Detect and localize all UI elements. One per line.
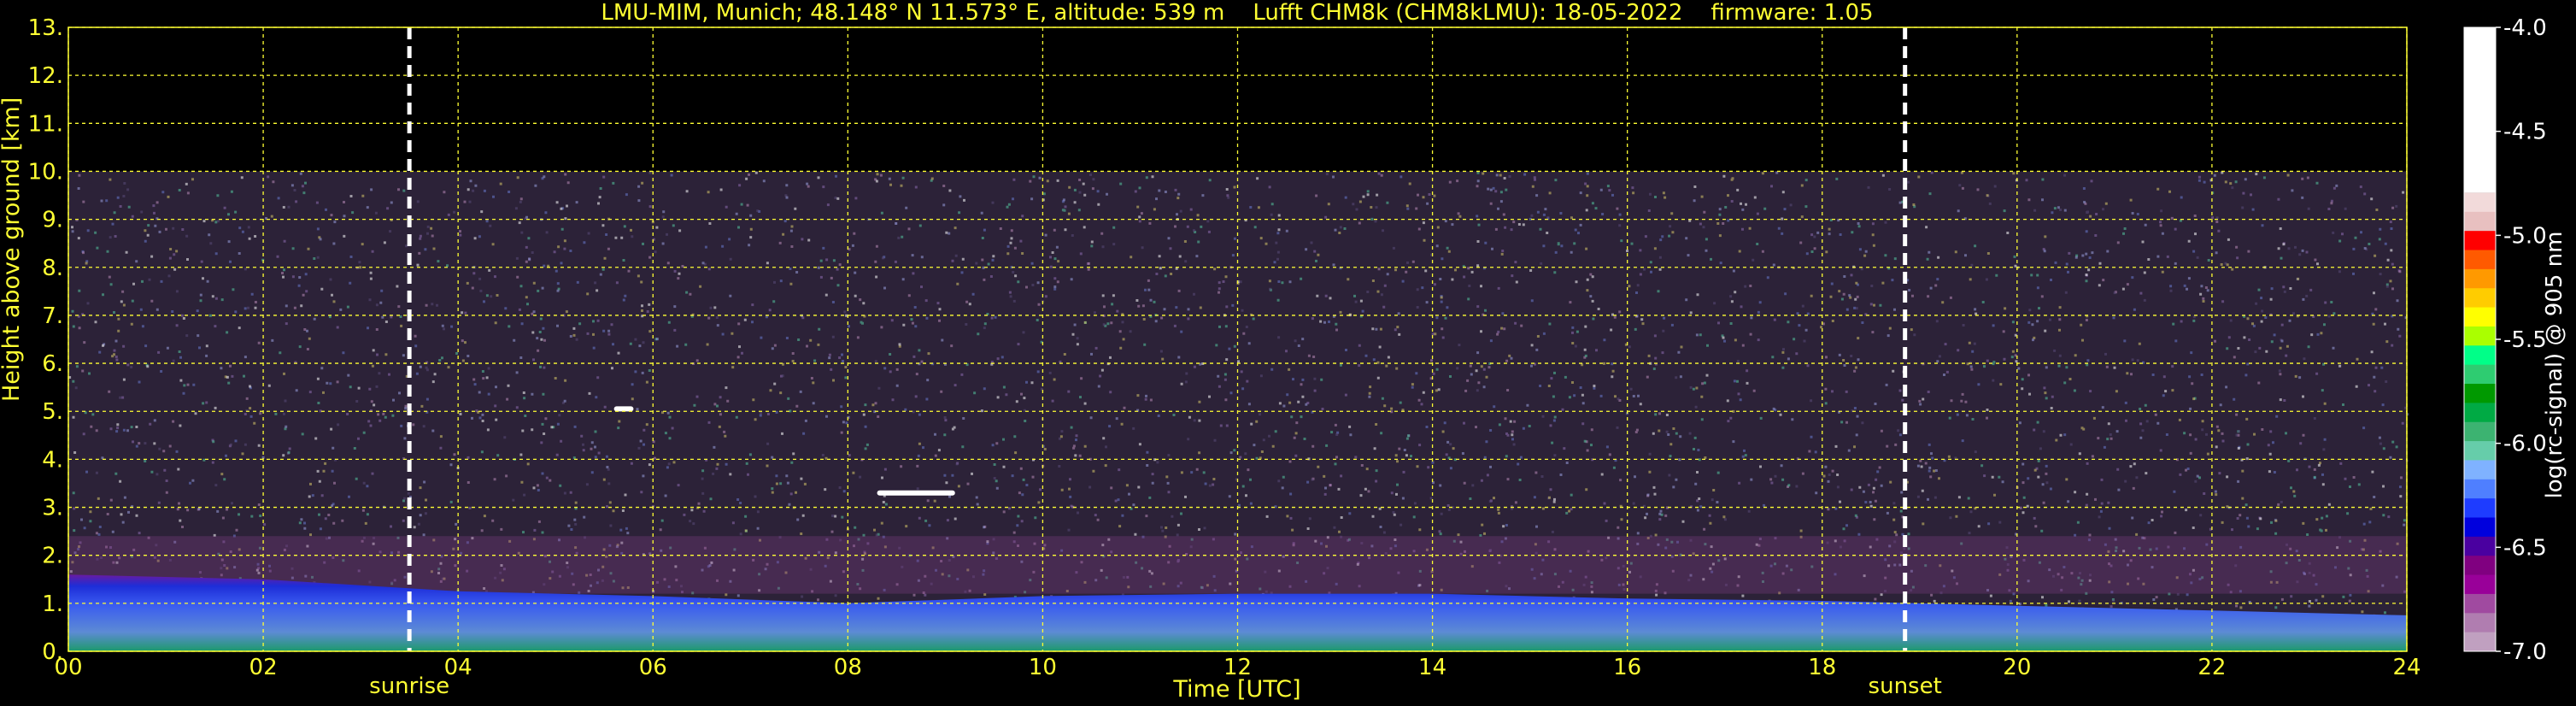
x-tick-label: 02 (249, 655, 278, 680)
x-tick-label: 18 (1808, 655, 1836, 680)
colorbar-segment (2464, 460, 2496, 480)
y-tick-label: 1. (42, 591, 63, 617)
colorbar-segment (2464, 326, 2496, 346)
colorbar-tick-label: -5.5 (2503, 327, 2547, 353)
colorbar-segment (2464, 231, 2496, 251)
y-axis-title: Height above ground [km] (0, 97, 25, 402)
x-tick-label: 10 (1029, 655, 1057, 680)
colorbar-segment (2464, 632, 2496, 652)
colorbar-segment (2464, 27, 2496, 193)
colorbar-segment (2464, 479, 2496, 499)
residual-layer-haze (68, 536, 2407, 594)
x-tick-label: 22 (2198, 655, 2226, 680)
y-ticks: 0. 1. 2. 3. 4. 5. 6. 7. 8. 9. 10. 11. 12. 13. (28, 15, 63, 665)
chart-title: LMU-MIM, Munich; 48.148° N 11.573° E, al… (601, 0, 1873, 26)
x-tick-label: 14 (1418, 655, 1446, 680)
cloud-layer (877, 490, 955, 496)
colorbar-segment (2464, 384, 2496, 403)
colorbar-segment (2464, 364, 2496, 385)
y-tick-label: 13. (28, 15, 63, 41)
y-tick-label: 9. (42, 208, 63, 233)
x-tick-label: 20 (2003, 655, 2031, 680)
cloud-layer (613, 406, 634, 412)
colorbar-tick-label: -4.5 (2503, 120, 2547, 145)
colorbar-segment (2464, 268, 2496, 289)
colorbar-segment (2464, 307, 2496, 327)
colorbar-segment (2464, 421, 2496, 442)
x-tick-label: 06 (639, 655, 667, 680)
y-tick-label: 0. (42, 639, 63, 665)
y-tick-label: 10. (28, 159, 63, 185)
sunrise-label: sunrise (369, 674, 449, 699)
ceilometer-chart: 00 02 04 06 08 10 12 14 16 18 20 22 24 0.1.2.3.4.5.6… (28, 0, 2567, 703)
y-tick-label: 11. (28, 111, 63, 137)
colorbar-segment (2464, 345, 2496, 366)
sunset-label: sunset (1869, 674, 1942, 699)
annotations: sunrise sunset (369, 674, 1942, 699)
colorbar-tick-label: -5.0 (2503, 223, 2547, 249)
colorbar-segment (2464, 250, 2496, 270)
x-tick-label: 24 (2392, 655, 2421, 680)
y-tick-label: 2. (42, 544, 63, 569)
colorbar-tick-label: -6.5 (2503, 535, 2547, 561)
colorbar-segment (2464, 288, 2496, 309)
y-tick-label: 7. (42, 303, 63, 329)
colorbar-segment (2464, 498, 2496, 519)
colorbar-segment (2464, 403, 2496, 423)
x-axis-title: Time [UTC] (1172, 676, 1300, 703)
y-tick-label: 3. (42, 496, 63, 521)
colorbar-tick-label: -6.0 (2503, 432, 2547, 457)
colorbar-tick-label: -4.0 (2503, 15, 2547, 41)
colorbar-segment (2464, 211, 2496, 232)
y-tick-label: 8. (42, 256, 63, 281)
colorbar-segment (2464, 517, 2496, 538)
colorbar: -4.0 -4.5 -5.0 -5.5 -6.0 -6.5 -7.0 (2463, 15, 2547, 665)
x-tick-label: 16 (1613, 655, 1641, 680)
colorbar-segment (2464, 536, 2496, 556)
colorbar-segment (2464, 593, 2496, 614)
y-tick-label: 5. (42, 399, 63, 425)
colorbar-tick-label: -7.0 (2503, 639, 2547, 665)
colorbar-segment (2464, 192, 2496, 213)
x-tick-label: 08 (834, 655, 862, 680)
y-tick-label: 6. (42, 351, 63, 377)
colorbar-segment (2464, 441, 2496, 461)
y-tick-label: 4. (42, 447, 63, 473)
colorbar-segment (2464, 574, 2496, 595)
colorbar-segment (2464, 556, 2496, 576)
colorbar-segment (2464, 613, 2496, 633)
y-tick-label: 12. (28, 63, 63, 89)
colorbar-label: log(rc-signal) @ 905 nm (2542, 232, 2567, 499)
